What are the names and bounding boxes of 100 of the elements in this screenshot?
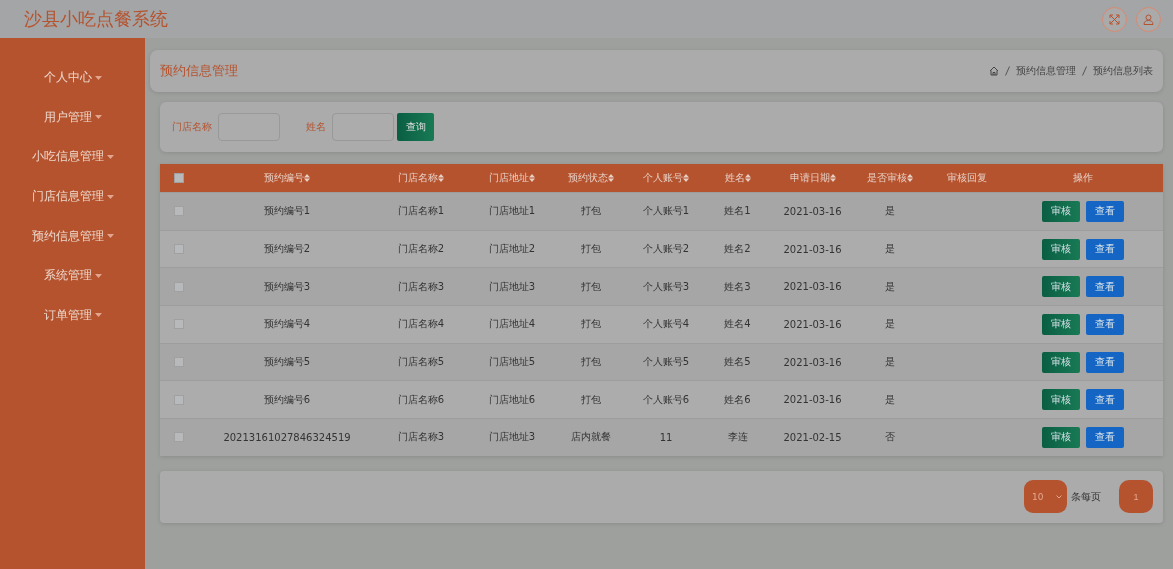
table-cell-text: 门店地址5 xyxy=(487,355,537,370)
table-cell-text: 门店名称4 xyxy=(396,317,446,332)
table-cell-text: 预约编号1 xyxy=(262,204,312,219)
table-cell-text: 打包 xyxy=(580,242,602,257)
table-cell-text: 2021-03-16 xyxy=(782,318,843,330)
fullscreen-icon xyxy=(1109,13,1120,25)
table-cell-text: 20213161027846324519 xyxy=(222,431,352,443)
table-cell-text: 店内就餐 xyxy=(570,430,612,445)
view-button[interactable]: 查看 xyxy=(1085,238,1124,260)
table-cell-text: 门店名称3 xyxy=(396,430,446,445)
caret-icon xyxy=(94,115,102,120)
view-button[interactable]: 查看 xyxy=(1085,313,1124,335)
sidebar-item[interactable]: 用户管理 xyxy=(43,108,92,126)
column-header: 门店地址 xyxy=(489,171,529,185)
table-cell-text: 个人账号3 xyxy=(641,279,691,294)
column-header: 预约编号 xyxy=(264,171,304,185)
breadcrumb-item[interactable]: 预约信息管理 xyxy=(1016,64,1076,78)
sort-icon[interactable] xyxy=(304,174,310,182)
sidebar-item[interactable]: 订单管理 xyxy=(43,306,92,324)
user-icon xyxy=(1143,13,1154,25)
table-cell-text: 门店地址1 xyxy=(487,204,537,219)
checkbox[interactable] xyxy=(174,206,184,217)
table-cell-text: 姓名2 xyxy=(723,242,752,257)
table-cell-text: 门店地址2 xyxy=(487,242,537,257)
chevron-icon xyxy=(1056,494,1062,499)
view-button[interactable]: 查看 xyxy=(1085,351,1124,373)
table-cell-text: 11 xyxy=(658,431,674,443)
sort-icon[interactable] xyxy=(744,174,751,182)
view-button[interactable]: 查看 xyxy=(1085,389,1124,411)
view-button[interactable]: 查看 xyxy=(1085,276,1124,298)
sidebar-item[interactable]: 预约信息管理 xyxy=(31,227,104,245)
sidebar-item[interactable]: 小吃信息管理 xyxy=(31,148,104,166)
table-cell-text: 否 xyxy=(883,430,896,445)
caret-icon xyxy=(94,313,102,318)
table-cell-text: 门店地址3 xyxy=(487,279,537,294)
caret-icon xyxy=(106,155,114,159)
table-cell-text: 预约编号4 xyxy=(262,317,312,332)
review-button[interactable]: 审核 xyxy=(1041,389,1080,411)
review-button[interactable]: 审核 xyxy=(1041,426,1080,448)
table-cell-text: 打包 xyxy=(580,279,602,294)
page-size-select[interactable]: 10 xyxy=(1024,480,1067,514)
caret-icon xyxy=(94,75,102,80)
home-icon[interactable] xyxy=(989,66,999,76)
view-button[interactable]: 查看 xyxy=(1085,426,1124,448)
table-cell-text: 是 xyxy=(883,317,896,332)
caret-icon xyxy=(106,194,114,199)
sort-icon[interactable] xyxy=(438,174,444,182)
table-cell-text: 门店地址3 xyxy=(487,430,537,445)
user-button[interactable] xyxy=(1136,6,1161,32)
table-cell-text: 李连 xyxy=(726,430,749,445)
fullscreen-button[interactable] xyxy=(1102,6,1127,32)
review-button[interactable]: 审核 xyxy=(1041,276,1080,298)
checkbox[interactable] xyxy=(174,281,184,292)
table-cell-text: 打包 xyxy=(580,392,602,407)
page-button[interactable]: 1 xyxy=(1119,480,1153,514)
review-button[interactable]: 审核 xyxy=(1041,200,1080,222)
sort-icon[interactable] xyxy=(829,174,836,182)
table-cell-text: 门店名称5 xyxy=(396,355,446,370)
sidebar-item[interactable]: 个人中心 xyxy=(43,69,92,87)
checkbox[interactable] xyxy=(174,432,184,443)
separator-icon xyxy=(1082,66,1087,76)
checkbox[interactable] xyxy=(174,319,184,330)
table-cell-text: 个人账号5 xyxy=(641,355,691,370)
sort-icon[interactable] xyxy=(683,174,689,182)
table-cell-text: 门店名称1 xyxy=(396,204,446,219)
per-page-label: 条每页 xyxy=(1071,489,1101,504)
table-cell-text: 预约编号6 xyxy=(262,392,312,407)
table-cell-text: 预约编号2 xyxy=(262,242,312,257)
table-cell-text: 2021-03-16 xyxy=(782,281,843,293)
checkbox[interactable] xyxy=(174,357,184,368)
field-label: 门店名称 xyxy=(172,120,212,134)
sidebar-item[interactable]: 门店信息管理 xyxy=(31,188,104,206)
app-title: 沙县小吃点餐系统 xyxy=(24,7,169,31)
checkbox[interactable] xyxy=(174,394,184,405)
view-button[interactable]: 查看 xyxy=(1085,200,1124,222)
search-button[interactable]: 查询 xyxy=(397,113,434,141)
sort-icon[interactable] xyxy=(906,174,913,182)
sort-icon[interactable] xyxy=(529,174,535,182)
column-header: 个人账号 xyxy=(643,171,683,185)
breadcrumb-item[interactable]: 预约信息列表 xyxy=(1093,64,1153,78)
review-button[interactable]: 审核 xyxy=(1041,351,1080,373)
page-title: 预约信息管理 xyxy=(160,62,238,80)
review-button[interactable]: 审核 xyxy=(1041,313,1080,335)
table-cell-text: 姓名4 xyxy=(723,317,752,332)
table-cell-text: 门店地址4 xyxy=(487,317,537,332)
caret-icon xyxy=(106,234,114,239)
table-cell-text: 个人账号4 xyxy=(641,317,691,332)
table-cell-text: 2021-03-16 xyxy=(782,205,843,217)
table-cell-text: 个人账号6 xyxy=(641,392,691,407)
checkbox[interactable] xyxy=(174,173,184,183)
table-cell-text: 个人账号2 xyxy=(641,242,691,257)
sort-icon[interactable] xyxy=(608,174,614,182)
table-cell-text: 2021-03-16 xyxy=(782,243,843,255)
table-cell-text: 是 xyxy=(883,392,896,407)
sidebar-item[interactable]: 系统管理 xyxy=(43,267,92,285)
review-button[interactable]: 审核 xyxy=(1041,238,1080,260)
table-cell-text: 2021-02-15 xyxy=(782,431,843,443)
checkbox[interactable] xyxy=(174,244,184,255)
table-cell-text: 姓名5 xyxy=(723,355,752,370)
table-cell-text: 预约编号5 xyxy=(262,355,312,370)
